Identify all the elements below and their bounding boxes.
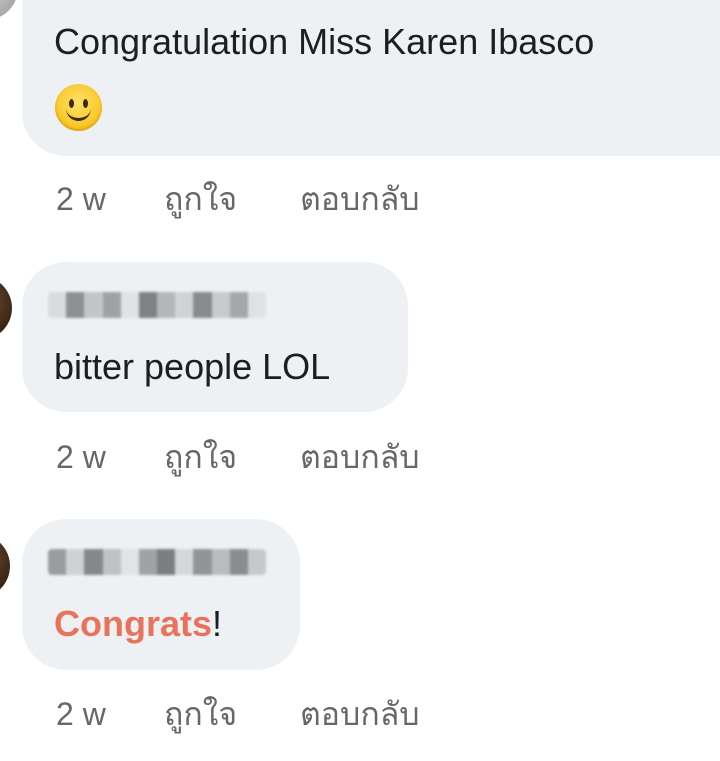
like-button[interactable]: ถูกใจ <box>164 179 237 219</box>
reply-button[interactable]: ตอบกลับ <box>300 437 420 477</box>
comment-timestamp[interactable]: 2 w <box>56 179 106 219</box>
comment-timestamp[interactable]: 2 w <box>56 694 106 734</box>
like-button[interactable]: ถูกใจ <box>164 694 237 734</box>
blurred-author-name[interactable] <box>48 549 266 575</box>
commenter-avatar[interactable] <box>0 276 12 340</box>
smiley-emoji-icon <box>55 84 102 131</box>
comment-bubble: bitter people LOL <box>22 262 408 412</box>
comment-text: bitter people LOL <box>54 346 331 387</box>
reply-button[interactable]: ตอบกลับ <box>300 694 420 734</box>
highlighted-word[interactable]: Congrats <box>54 603 212 644</box>
commenter-avatar[interactable] <box>0 0 18 20</box>
comment-timestamp[interactable]: 2 w <box>56 437 106 477</box>
like-button[interactable]: ถูกใจ <box>164 437 237 477</box>
comment-bubble: Congrats! <box>22 519 300 670</box>
comment-text-rest: ! <box>212 603 223 644</box>
comment-bubble: Congratulation Miss Karen Ibasco <box>22 0 720 156</box>
comment-text: Congrats! <box>54 602 222 646</box>
comments-thread: Congratulation Miss Karen Ibasco 2 w ถูก… <box>0 0 720 761</box>
blurred-author-name[interactable] <box>48 292 266 318</box>
reply-button[interactable]: ตอบกลับ <box>300 179 420 219</box>
comment-text: Congratulation Miss Karen Ibasco <box>54 21 595 62</box>
commenter-avatar[interactable] <box>0 534 10 598</box>
